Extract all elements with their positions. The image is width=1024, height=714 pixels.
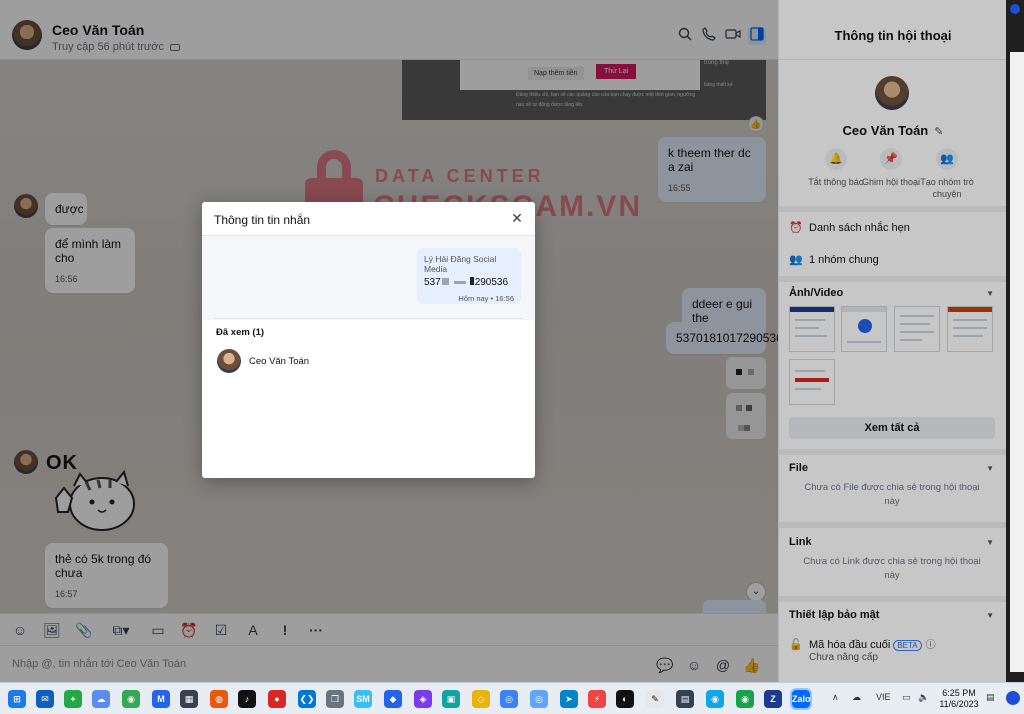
blue-app-icon[interactable]: ◆ xyxy=(384,690,402,708)
red-app-icon[interactable]: ● xyxy=(268,690,286,708)
zalo-pc-icon[interactable]: Z xyxy=(764,690,782,708)
grid-app-icon[interactable]: ▦ xyxy=(180,690,198,708)
close-icon[interactable]: ✕ xyxy=(509,210,525,226)
zalo-window: 🔒 — ❐ ✕ Ceo Văn Toán Truy cập 56 phút tr… xyxy=(0,0,1006,682)
input-language[interactable]: VIE xyxy=(876,692,891,702)
preview-number-start: 537 xyxy=(424,277,441,288)
message-preview-bubble: Lý Hải Đăng Social Media 537 290536 Hôm n… xyxy=(417,248,521,304)
background-window-content xyxy=(1010,52,1024,672)
binance-icon[interactable]: ◇ xyxy=(472,690,490,708)
chrome-profile-2-icon[interactable]: ◎ xyxy=(530,690,548,708)
task-view-icon[interactable]: ❐ xyxy=(326,690,344,708)
preview-sender: Lý Hải Đăng Social Media xyxy=(424,254,497,274)
preview-number: 537 290536 xyxy=(424,277,514,288)
notification-icon[interactable]: ▤ xyxy=(986,692,995,703)
dialog-divider xyxy=(214,318,523,319)
redaction-block xyxy=(453,280,466,284)
chrome-icon[interactable]: ◉ xyxy=(122,690,140,708)
dialog-title: Thông tin tin nhắn xyxy=(214,213,311,227)
tiktok-icon[interactable]: ♪ xyxy=(238,690,256,708)
clock-date: 11/6/2023 xyxy=(939,699,979,709)
seen-user-name: Ceo Văn Toán xyxy=(249,356,310,367)
browser-icon[interactable]: ◉ xyxy=(706,690,724,708)
display-icon[interactable]: ▭ xyxy=(902,692,911,703)
chrome-profile-icon[interactable]: ◎ xyxy=(500,690,518,708)
cloud-icon[interactable]: ☁ xyxy=(852,692,861,703)
seen-count-label: Đã xem (1) xyxy=(216,327,265,338)
volume-icon[interactable]: 🔈 xyxy=(918,692,929,703)
panel-backdrop[interactable] xyxy=(778,0,1006,682)
teal-app-icon[interactable]: ▣ xyxy=(442,690,460,708)
plus-app-icon[interactable]: + xyxy=(64,690,82,708)
league-icon[interactable]: ◐ xyxy=(616,690,634,708)
taskbar-clock[interactable]: 6:25 PM 11/6/2023 xyxy=(935,688,983,710)
vscode-icon[interactable]: ❮❯ xyxy=(298,690,316,708)
redaction-block xyxy=(441,278,449,285)
bolt-app-icon[interactable]: ⚡ xyxy=(588,690,606,708)
windows-start-icon[interactable]: ⊞ xyxy=(8,690,26,708)
chrome-2-icon[interactable]: ◉ xyxy=(736,690,754,708)
background-window-edge xyxy=(1006,0,1024,682)
copilot-icon[interactable] xyxy=(1006,691,1020,705)
tray-chevron-icon[interactable]: ∧ xyxy=(832,692,839,703)
mail-icon[interactable]: ✉ xyxy=(36,690,54,708)
preview-time: Hôm nay • 16:56 xyxy=(458,294,514,303)
telegram-icon[interactable]: ➤ xyxy=(560,690,578,708)
message-info-dialog: Thông tin tin nhắn ✕ Lý Hải Đăng Social … xyxy=(202,202,535,478)
sm-app-icon[interactable]: SM xyxy=(354,690,372,708)
visual-studio-icon[interactable]: ◈ xyxy=(414,690,432,708)
windows-taskbar: ⊞ ✉ + ☁ ◉ M ▦ ◍ ♪ ● ❮❯ ❐ SM ◆ ◈ ▣ ◇ ◎ ◎ … xyxy=(0,682,1024,714)
seen-user-avatar[interactable] xyxy=(217,349,241,373)
preview-number-end: 290536 xyxy=(474,277,509,288)
m-app-icon[interactable]: M xyxy=(152,690,170,708)
clock-time: 6:25 PM xyxy=(942,688,976,698)
app-badge-icon xyxy=(1010,4,1020,14)
firefox-icon[interactable]: ◍ xyxy=(210,690,228,708)
zalo-icon[interactable]: Zalo xyxy=(790,688,812,710)
calculator-icon[interactable]: ▤ xyxy=(676,690,694,708)
redaction-block xyxy=(469,277,474,285)
notepad-icon[interactable]: ✎ xyxy=(646,690,664,708)
weather-icon[interactable]: ☁ xyxy=(92,690,110,708)
